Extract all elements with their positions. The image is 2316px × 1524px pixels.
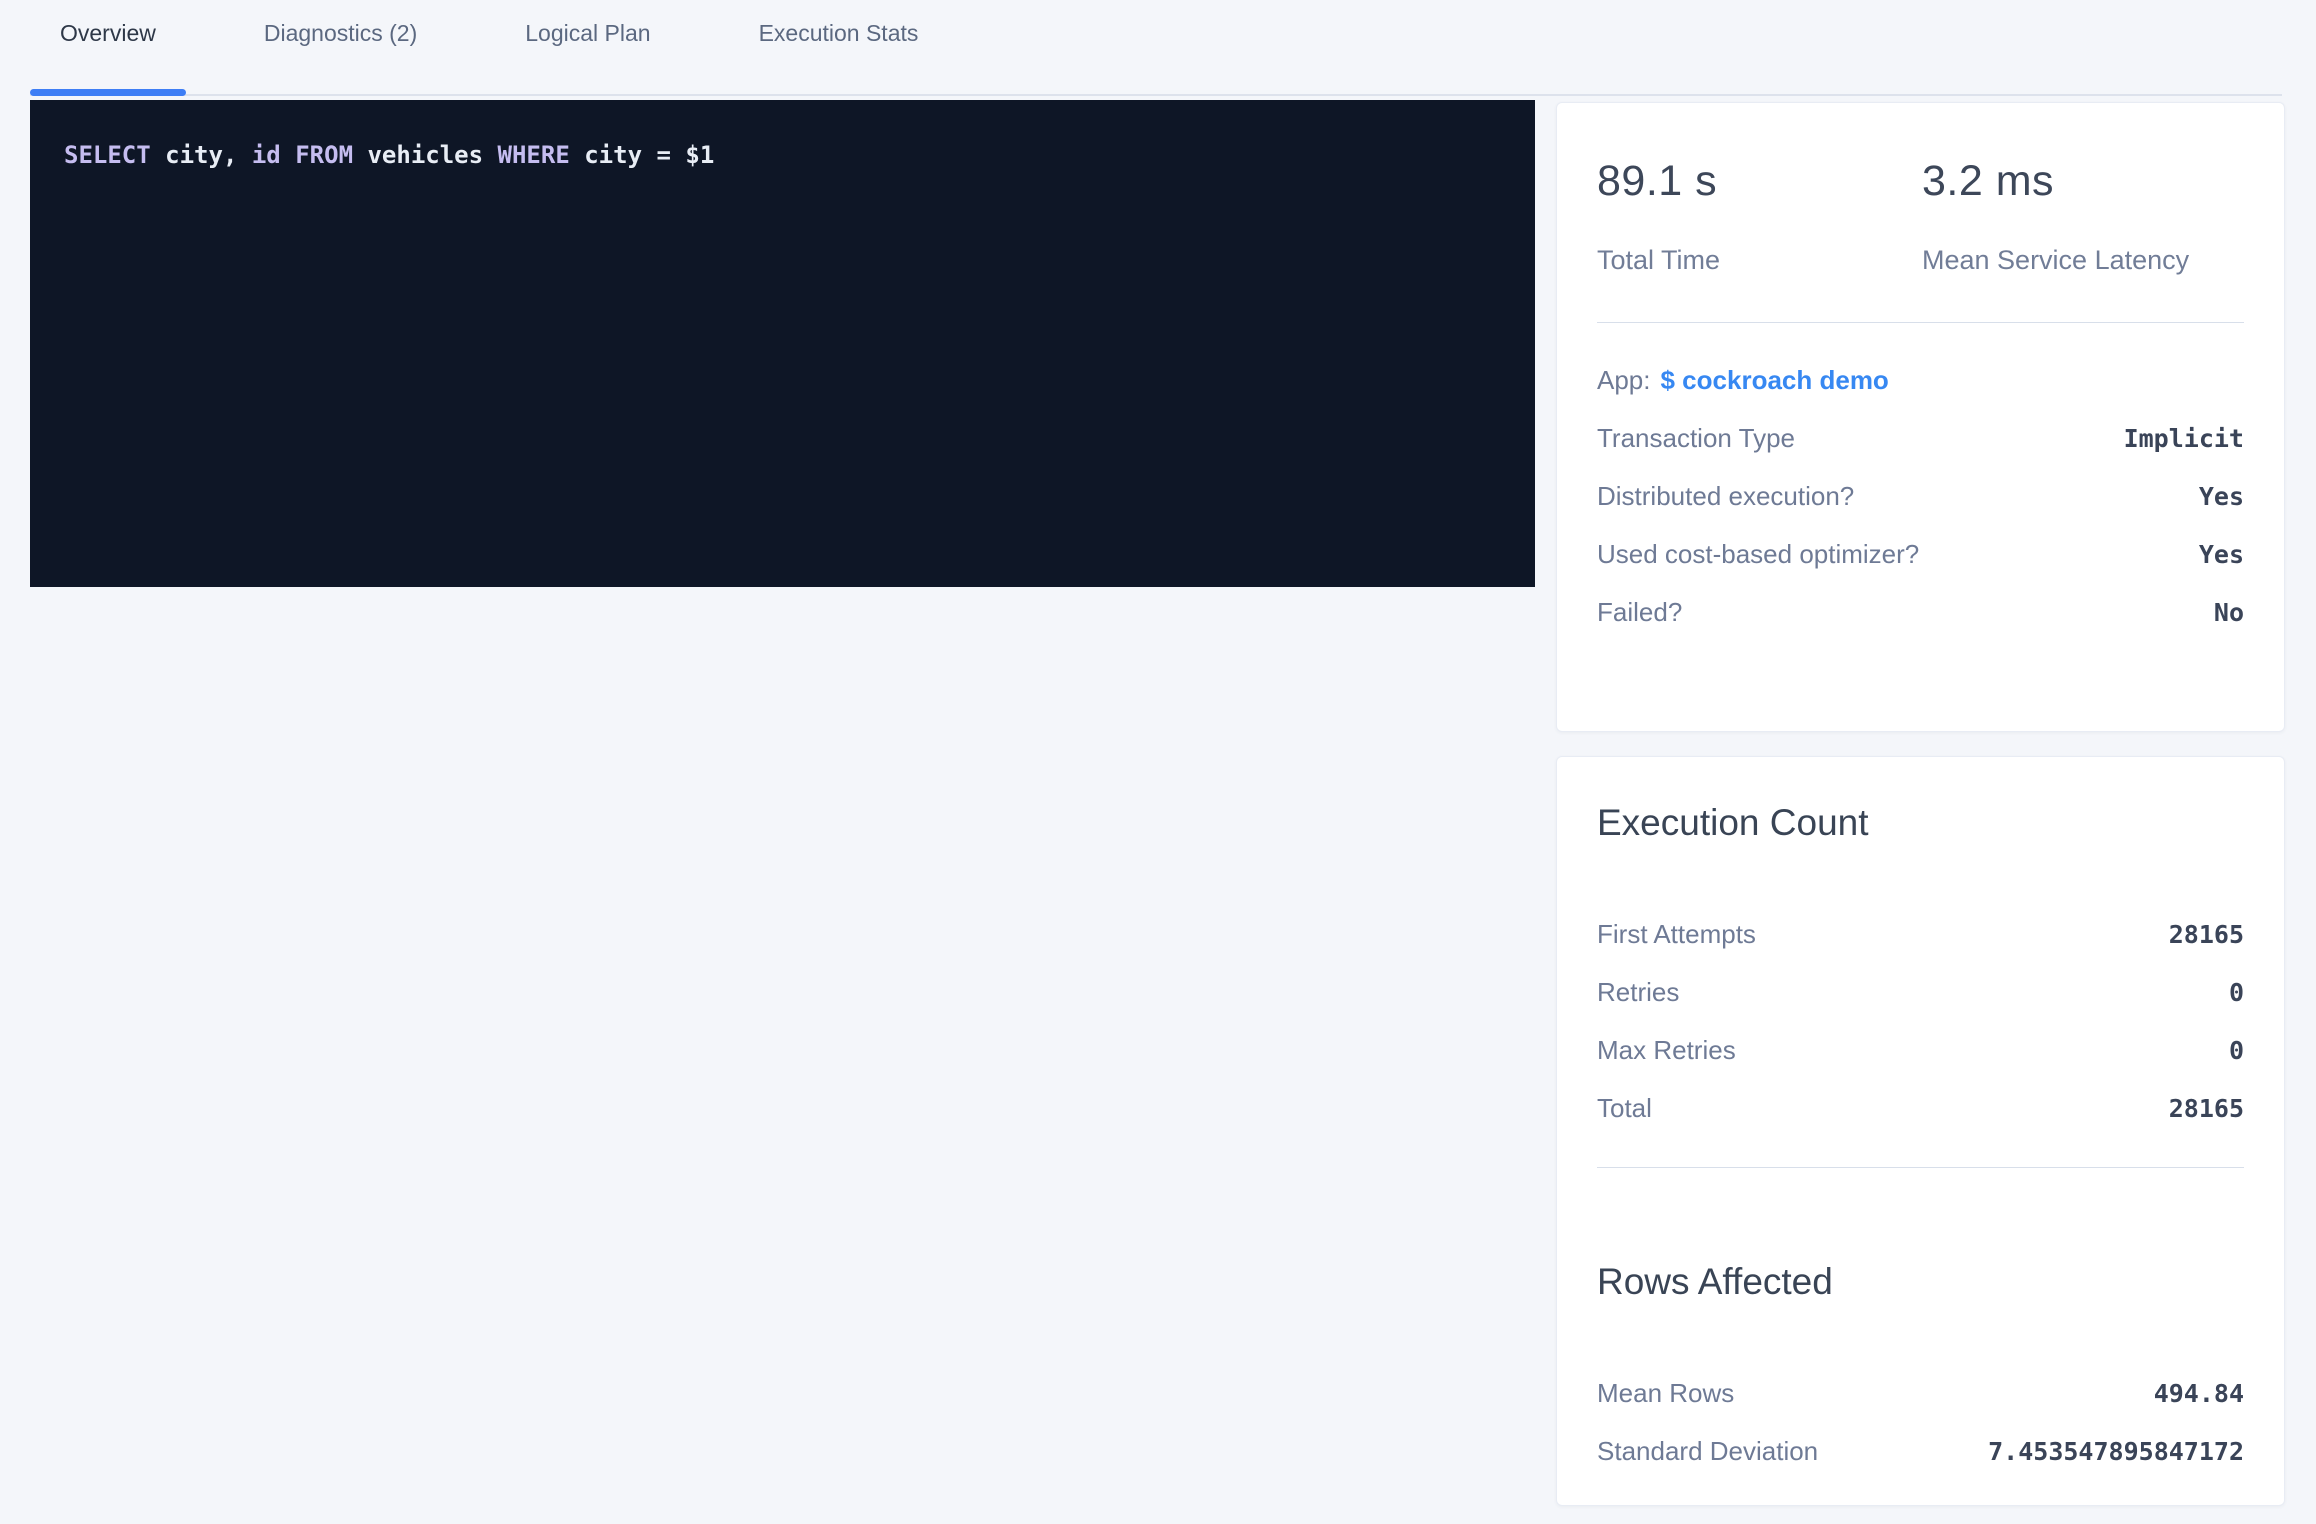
retries-value: 0	[2229, 978, 2244, 1007]
transaction-type-row: Transaction Type Implicit	[1597, 409, 2244, 467]
tab-logical-plan[interactable]: Logical Plan	[495, 0, 680, 94]
rows-affected-rows: Mean Rows 494.84 Standard Deviation 7.45…	[1597, 1364, 2244, 1480]
mean-service-latency-value: 3.2 ms	[1922, 157, 2189, 205]
sql-identifier: vehicles	[367, 141, 497, 169]
cost-based-optimizer-row: Used cost-based optimizer? Yes	[1597, 525, 2244, 583]
summary-detail-rows: App: $ cockroach demo Transaction Type Im…	[1597, 351, 2244, 641]
execution-count-rows: First Attempts 28165 Retries 0 Max Retri…	[1597, 905, 2244, 1137]
total-row: Total 28165	[1597, 1079, 2244, 1137]
app-label: App:	[1597, 365, 1651, 395]
stat-total-time: 89.1 s Total Time	[1597, 157, 1922, 276]
tab-execution-stats-label: Execution Stats	[759, 20, 919, 47]
stat-mean-service-latency: 3.2 ms Mean Service Latency	[1922, 157, 2189, 276]
tab-bar: Overview Diagnostics (2) Logical Plan Ex…	[30, 0, 2282, 96]
total-time-label: Total Time	[1597, 245, 1922, 276]
cost-based-optimizer-label: Used cost-based optimizer?	[1597, 539, 1919, 570]
standard-deviation-value: 7.453547895847172	[1988, 1437, 2244, 1466]
mean-rows-label: Mean Rows	[1597, 1378, 1734, 1409]
standard-deviation-row: Standard Deviation 7.453547895847172	[1597, 1422, 2244, 1480]
sql-statement-box: SELECT city, id FROM vehicles WHERE city…	[30, 100, 1535, 587]
distributed-execution-row: Distributed execution? Yes	[1597, 467, 2244, 525]
tab-logical-plan-label: Logical Plan	[525, 20, 650, 47]
details-divider	[1597, 1167, 2244, 1168]
sql-keyword: id	[252, 141, 295, 169]
sql-identifier: city,	[165, 141, 252, 169]
failed-value: No	[2214, 598, 2244, 627]
failed-row: Failed? No	[1597, 583, 2244, 641]
transaction-type-label: Transaction Type	[1597, 423, 1795, 454]
summary-stats: 89.1 s Total Time 3.2 ms Mean Service La…	[1597, 157, 2244, 276]
sql-identifier: city = $1	[584, 141, 714, 169]
app-link[interactable]: $ cockroach demo	[1661, 365, 1889, 395]
max-retries-value: 0	[2229, 1036, 2244, 1065]
first-attempts-row: First Attempts 28165	[1597, 905, 2244, 963]
standard-deviation-label: Standard Deviation	[1597, 1436, 1818, 1467]
app-row: App: $ cockroach demo	[1597, 351, 2244, 409]
cost-based-optimizer-value: Yes	[2199, 540, 2244, 569]
sql-keyword: WHERE	[498, 141, 585, 169]
transaction-type-value: Implicit	[2124, 424, 2244, 453]
mean-rows-value: 494.84	[2154, 1379, 2244, 1408]
statement-details-page: { "tabs": [ { "label": "Overview", "acti…	[0, 0, 2316, 1524]
distributed-execution-value: Yes	[2199, 482, 2244, 511]
tab-execution-stats[interactable]: Execution Stats	[729, 0, 949, 94]
sql-statement-text: SELECT city, id FROM vehicles WHERE city…	[64, 141, 714, 169]
total-value: 28165	[2169, 1094, 2244, 1123]
mean-rows-row: Mean Rows 494.84	[1597, 1364, 2244, 1422]
total-label: Total	[1597, 1093, 1652, 1124]
tab-overview[interactable]: Overview	[30, 0, 186, 94]
sql-keyword: FROM	[295, 141, 367, 169]
max-retries-label: Max Retries	[1597, 1035, 1736, 1066]
execution-details-card: Execution Count First Attempts 28165 Ret…	[1556, 756, 2285, 1506]
rows-affected-title: Rows Affected	[1597, 1260, 2244, 1304]
summary-card: 89.1 s Total Time 3.2 ms Mean Service La…	[1556, 102, 2285, 732]
first-attempts-label: First Attempts	[1597, 919, 1756, 950]
distributed-execution-label: Distributed execution?	[1597, 481, 1854, 512]
max-retries-row: Max Retries 0	[1597, 1021, 2244, 1079]
total-time-value: 89.1 s	[1597, 157, 1922, 205]
mean-service-latency-label: Mean Service Latency	[1922, 245, 2189, 276]
sql-keyword: SELECT	[64, 141, 165, 169]
retries-label: Retries	[1597, 977, 1679, 1008]
tab-overview-label: Overview	[60, 20, 156, 47]
first-attempts-value: 28165	[2169, 920, 2244, 949]
execution-count-title: Execution Count	[1597, 801, 2244, 845]
failed-label: Failed?	[1597, 597, 1682, 628]
tab-diagnostics-label: Diagnostics (2)	[264, 20, 417, 47]
summary-divider	[1597, 322, 2244, 323]
retries-row: Retries 0	[1597, 963, 2244, 1021]
tab-diagnostics[interactable]: Diagnostics (2)	[234, 0, 447, 94]
